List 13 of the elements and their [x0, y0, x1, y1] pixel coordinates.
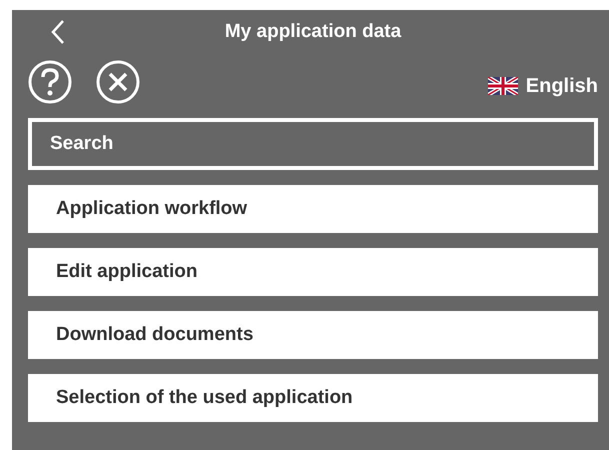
help-button[interactable] [28, 60, 72, 104]
help-icon [28, 60, 72, 104]
menu-item[interactable]: Edit application [28, 248, 598, 296]
search-field[interactable]: Search [28, 118, 598, 170]
chevron-left-icon [50, 19, 66, 45]
window-title: My application data [224, 21, 402, 43]
menu-item[interactable]: Application workflow [28, 185, 598, 233]
close-icon [96, 60, 140, 104]
menu-item[interactable]: Download documents [28, 311, 598, 359]
menu-item[interactable]: Selection of the used application [28, 374, 598, 422]
flag-icon [488, 77, 518, 95]
close-button[interactable] [96, 60, 140, 104]
language-selector[interactable]: English [488, 66, 598, 98]
